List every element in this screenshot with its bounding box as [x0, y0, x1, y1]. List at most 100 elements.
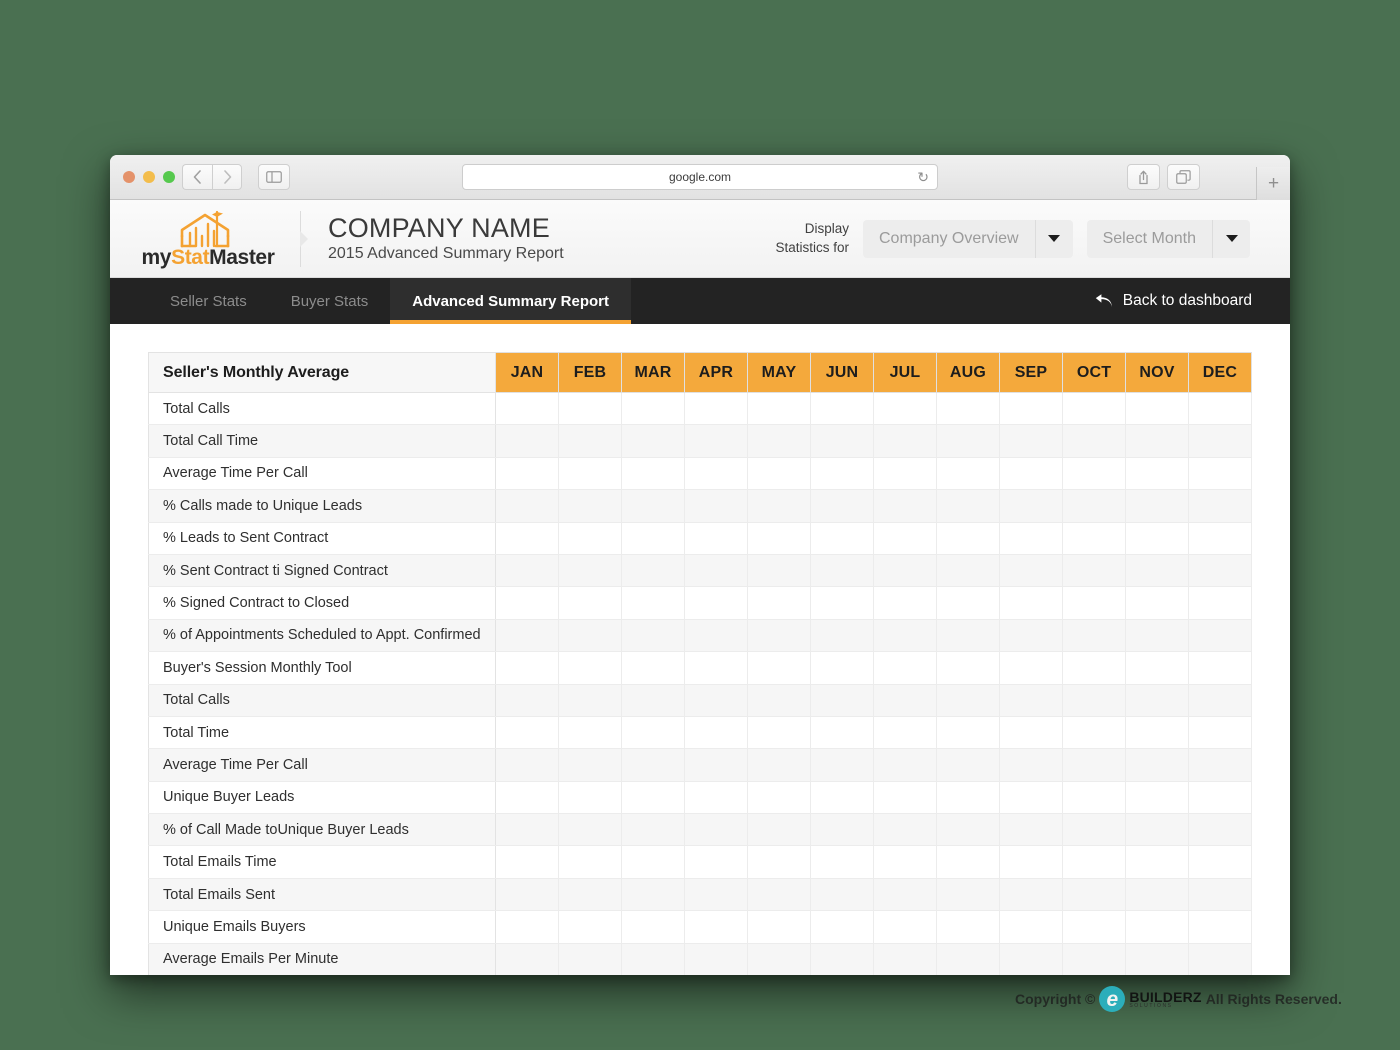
- table-cell-feb[interactable]: [558, 910, 622, 944]
- table-cell-may[interactable]: [747, 942, 811, 975]
- table-cell-aug[interactable]: [936, 780, 1000, 815]
- table-cell-mar[interactable]: [621, 877, 685, 912]
- table-cell-feb[interactable]: [558, 748, 622, 782]
- table-cell-dec[interactable]: [1188, 715, 1252, 750]
- table-cell-dec[interactable]: [1188, 813, 1252, 847]
- table-cell-sep[interactable]: [999, 877, 1063, 912]
- minimize-window-button[interactable]: [143, 171, 155, 183]
- table-cell-sep[interactable]: [999, 521, 1063, 555]
- table-cell-oct[interactable]: [1062, 618, 1126, 653]
- table-cell-jul[interactable]: [873, 813, 937, 847]
- table-cell-jun[interactable]: [810, 780, 874, 815]
- table-cell-nov[interactable]: [1125, 845, 1189, 879]
- table-cell-feb[interactable]: [558, 845, 622, 879]
- table-cell-jun[interactable]: [810, 424, 874, 458]
- table-cell-dec[interactable]: [1188, 683, 1252, 717]
- sidebar-toggle-button[interactable]: [258, 164, 290, 190]
- table-cell-sep[interactable]: [999, 618, 1063, 653]
- table-cell-dec[interactable]: [1188, 845, 1252, 879]
- table-cell-jan[interactable]: [495, 618, 559, 653]
- maximize-window-button[interactable]: [163, 171, 175, 183]
- table-cell-apr[interactable]: [684, 748, 748, 782]
- table-cell-sep[interactable]: [999, 748, 1063, 782]
- table-cell-feb[interactable]: [558, 813, 622, 847]
- table-cell-feb[interactable]: [558, 780, 622, 815]
- chevron-down-icon[interactable]: [1034, 219, 1073, 258]
- table-cell-jul[interactable]: [873, 456, 937, 491]
- table-cell-may[interactable]: [747, 391, 811, 426]
- table-cell-jul[interactable]: [873, 521, 937, 555]
- table-cell-feb[interactable]: [558, 942, 622, 975]
- table-cell-oct[interactable]: [1062, 780, 1126, 815]
- table-cell-sep[interactable]: [999, 489, 1063, 523]
- chevron-down-icon[interactable]: [1212, 219, 1250, 258]
- table-cell-jan[interactable]: [495, 456, 559, 491]
- table-cell-dec[interactable]: [1188, 942, 1252, 975]
- table-cell-mar[interactable]: [621, 424, 685, 458]
- table-cell-oct[interactable]: [1062, 521, 1126, 555]
- table-cell-dec[interactable]: [1188, 391, 1252, 426]
- table-cell-oct[interactable]: [1062, 456, 1126, 491]
- table-cell-nov[interactable]: [1125, 651, 1189, 685]
- forward-button[interactable]: [212, 164, 242, 190]
- table-cell-jan[interactable]: [495, 845, 559, 879]
- table-cell-sep[interactable]: [999, 813, 1063, 847]
- table-cell-feb[interactable]: [558, 424, 622, 458]
- table-cell-feb[interactable]: [558, 521, 622, 555]
- table-cell-jul[interactable]: [873, 780, 937, 815]
- table-cell-sep[interactable]: [999, 586, 1063, 620]
- table-cell-jun[interactable]: [810, 910, 874, 944]
- table-cell-apr[interactable]: [684, 391, 748, 426]
- table-cell-feb[interactable]: [558, 456, 622, 491]
- table-cell-jan[interactable]: [495, 813, 559, 847]
- table-cell-jun[interactable]: [810, 877, 874, 912]
- table-cell-mar[interactable]: [621, 521, 685, 555]
- table-cell-sep[interactable]: [999, 651, 1063, 685]
- select-month-dropdown[interactable]: Select Month: [1086, 219, 1250, 258]
- table-cell-nov[interactable]: [1125, 489, 1189, 523]
- table-cell-aug[interactable]: [936, 845, 1000, 879]
- table-cell-jan[interactable]: [495, 521, 559, 555]
- table-cell-jul[interactable]: [873, 715, 937, 750]
- table-cell-oct[interactable]: [1062, 910, 1126, 944]
- table-cell-dec[interactable]: [1188, 780, 1252, 815]
- table-cell-feb[interactable]: [558, 715, 622, 750]
- table-cell-apr[interactable]: [684, 942, 748, 975]
- table-cell-oct[interactable]: [1062, 553, 1126, 588]
- table-cell-jun[interactable]: [810, 521, 874, 555]
- table-cell-jul[interactable]: [873, 845, 937, 879]
- table-cell-jul[interactable]: [873, 748, 937, 782]
- table-cell-mar[interactable]: [621, 910, 685, 944]
- table-cell-jan[interactable]: [495, 877, 559, 912]
- table-cell-may[interactable]: [747, 553, 811, 588]
- table-cell-dec[interactable]: [1188, 553, 1252, 588]
- table-cell-jun[interactable]: [810, 586, 874, 620]
- company-overview-dropdown[interactable]: Company Overview: [863, 219, 1073, 258]
- table-cell-sep[interactable]: [999, 942, 1063, 975]
- table-cell-jul[interactable]: [873, 651, 937, 685]
- table-cell-apr[interactable]: [684, 651, 748, 685]
- table-cell-may[interactable]: [747, 521, 811, 555]
- table-cell-mar[interactable]: [621, 618, 685, 653]
- table-cell-apr[interactable]: [684, 780, 748, 815]
- table-cell-dec[interactable]: [1188, 618, 1252, 653]
- table-cell-feb[interactable]: [558, 651, 622, 685]
- table-cell-feb[interactable]: [558, 683, 622, 717]
- table-cell-jun[interactable]: [810, 553, 874, 588]
- table-cell-oct[interactable]: [1062, 845, 1126, 879]
- reload-icon[interactable]: ↻: [917, 169, 929, 185]
- table-cell-oct[interactable]: [1062, 489, 1126, 523]
- table-cell-feb[interactable]: [558, 586, 622, 620]
- table-cell-jul[interactable]: [873, 424, 937, 458]
- table-cell-dec[interactable]: [1188, 424, 1252, 458]
- table-cell-aug[interactable]: [936, 586, 1000, 620]
- table-cell-may[interactable]: [747, 813, 811, 847]
- table-cell-aug[interactable]: [936, 618, 1000, 653]
- table-cell-jul[interactable]: [873, 942, 937, 975]
- table-cell-aug[interactable]: [936, 910, 1000, 944]
- table-cell-nov[interactable]: [1125, 748, 1189, 782]
- table-cell-sep[interactable]: [999, 910, 1063, 944]
- table-cell-nov[interactable]: [1125, 586, 1189, 620]
- table-cell-feb[interactable]: [558, 877, 622, 912]
- table-cell-jan[interactable]: [495, 780, 559, 815]
